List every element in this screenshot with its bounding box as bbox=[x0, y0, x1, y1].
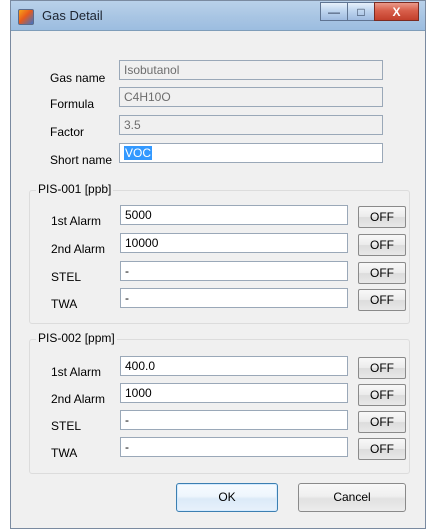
short-name-field[interactable]: VOC bbox=[119, 143, 383, 163]
close-icon: X bbox=[392, 4, 401, 19]
pis-001-twa-off-button[interactable]: OFF bbox=[358, 289, 406, 311]
pis-002-group-title: PIS-002 [ppm] bbox=[36, 331, 117, 345]
pis-002-1st-alarm-off-button[interactable]: OFF bbox=[358, 357, 406, 379]
pis-001-1st-alarm-off-button[interactable]: OFF bbox=[358, 206, 406, 228]
pis-002-2nd-alarm-field[interactable]: 1000 bbox=[120, 383, 348, 403]
pis-002-twa-off-button[interactable]: OFF bbox=[358, 438, 406, 460]
pis-002-2nd-alarm-label: 2nd Alarm bbox=[51, 392, 106, 406]
pis-001-2nd-alarm-off-button[interactable]: OFF bbox=[358, 234, 406, 256]
pis-001-group-title: PIS-001 [ppb] bbox=[36, 182, 114, 196]
pis-002-twa-field[interactable]: - bbox=[120, 437, 348, 457]
gas-name-field[interactable]: Isobutanol bbox=[119, 60, 383, 80]
pis-001-stel-off-button[interactable]: OFF bbox=[358, 262, 406, 284]
factor-label: Factor bbox=[50, 125, 85, 139]
formula-field[interactable]: C4H10O bbox=[119, 87, 383, 107]
pis-001-2nd-alarm-field[interactable]: 10000 bbox=[120, 233, 348, 253]
pis-001-1st-alarm-field[interactable]: 5000 bbox=[120, 205, 348, 225]
pis-002-1st-alarm-field[interactable]: 400.0 bbox=[120, 356, 348, 376]
minimize-button[interactable]: — bbox=[320, 2, 347, 21]
maximize-icon: □ bbox=[357, 4, 365, 19]
pis-002-twa-label: TWA bbox=[51, 446, 78, 460]
pis-001-stel-label: STEL bbox=[51, 270, 82, 284]
gas-name-label: Gas name bbox=[50, 71, 106, 85]
ok-button[interactable]: OK bbox=[176, 483, 278, 512]
screen-left-edge bbox=[0, 0, 10, 532]
factor-field[interactable]: 3.5 bbox=[119, 115, 383, 135]
pis-001-twa-label: TWA bbox=[51, 297, 78, 311]
short-name-label: Short name bbox=[50, 153, 113, 167]
pis-002-stel-off-button[interactable]: OFF bbox=[358, 411, 406, 433]
window-controls: — □ X bbox=[320, 2, 419, 21]
pis-002-2nd-alarm-off-button[interactable]: OFF bbox=[358, 384, 406, 406]
window-title: Gas Detail bbox=[42, 8, 103, 23]
maximize-button[interactable]: □ bbox=[347, 2, 374, 21]
close-button[interactable]: X bbox=[374, 2, 419, 21]
pis-002-stel-label: STEL bbox=[51, 419, 82, 433]
formula-label: Formula bbox=[50, 97, 95, 111]
pis-001-stel-field[interactable]: - bbox=[120, 261, 348, 281]
short-name-selected-text: VOC bbox=[124, 146, 153, 160]
pis-001-group: PIS-001 [ppb] 1st Alarm 5000 OFF 2nd Ala… bbox=[29, 183, 410, 324]
pis-001-twa-field[interactable]: - bbox=[120, 288, 348, 308]
gas-detail-dialog: Gas Detail — □ X Gas name Isobutanol For… bbox=[10, 0, 426, 529]
cancel-button[interactable]: Cancel bbox=[298, 483, 406, 512]
dialog-content: Gas name Isobutanol Formula C4H10O Facto… bbox=[11, 31, 425, 528]
pis-002-group: PIS-002 [ppm] 1st Alarm 400.0 OFF 2nd Al… bbox=[29, 332, 410, 474]
minimize-icon: — bbox=[328, 4, 340, 19]
pis-002-stel-field[interactable]: - bbox=[120, 410, 348, 430]
pis-001-2nd-alarm-label: 2nd Alarm bbox=[51, 242, 106, 256]
screen: g Gas Detail — □ X Gas name Isobutanol F… bbox=[0, 0, 427, 532]
pis-001-1st-alarm-label: 1st Alarm bbox=[51, 214, 102, 228]
app-window-icon bbox=[18, 9, 34, 25]
pis-002-1st-alarm-label: 1st Alarm bbox=[51, 365, 102, 379]
title-bar[interactable]: Gas Detail — □ X bbox=[11, 1, 425, 31]
